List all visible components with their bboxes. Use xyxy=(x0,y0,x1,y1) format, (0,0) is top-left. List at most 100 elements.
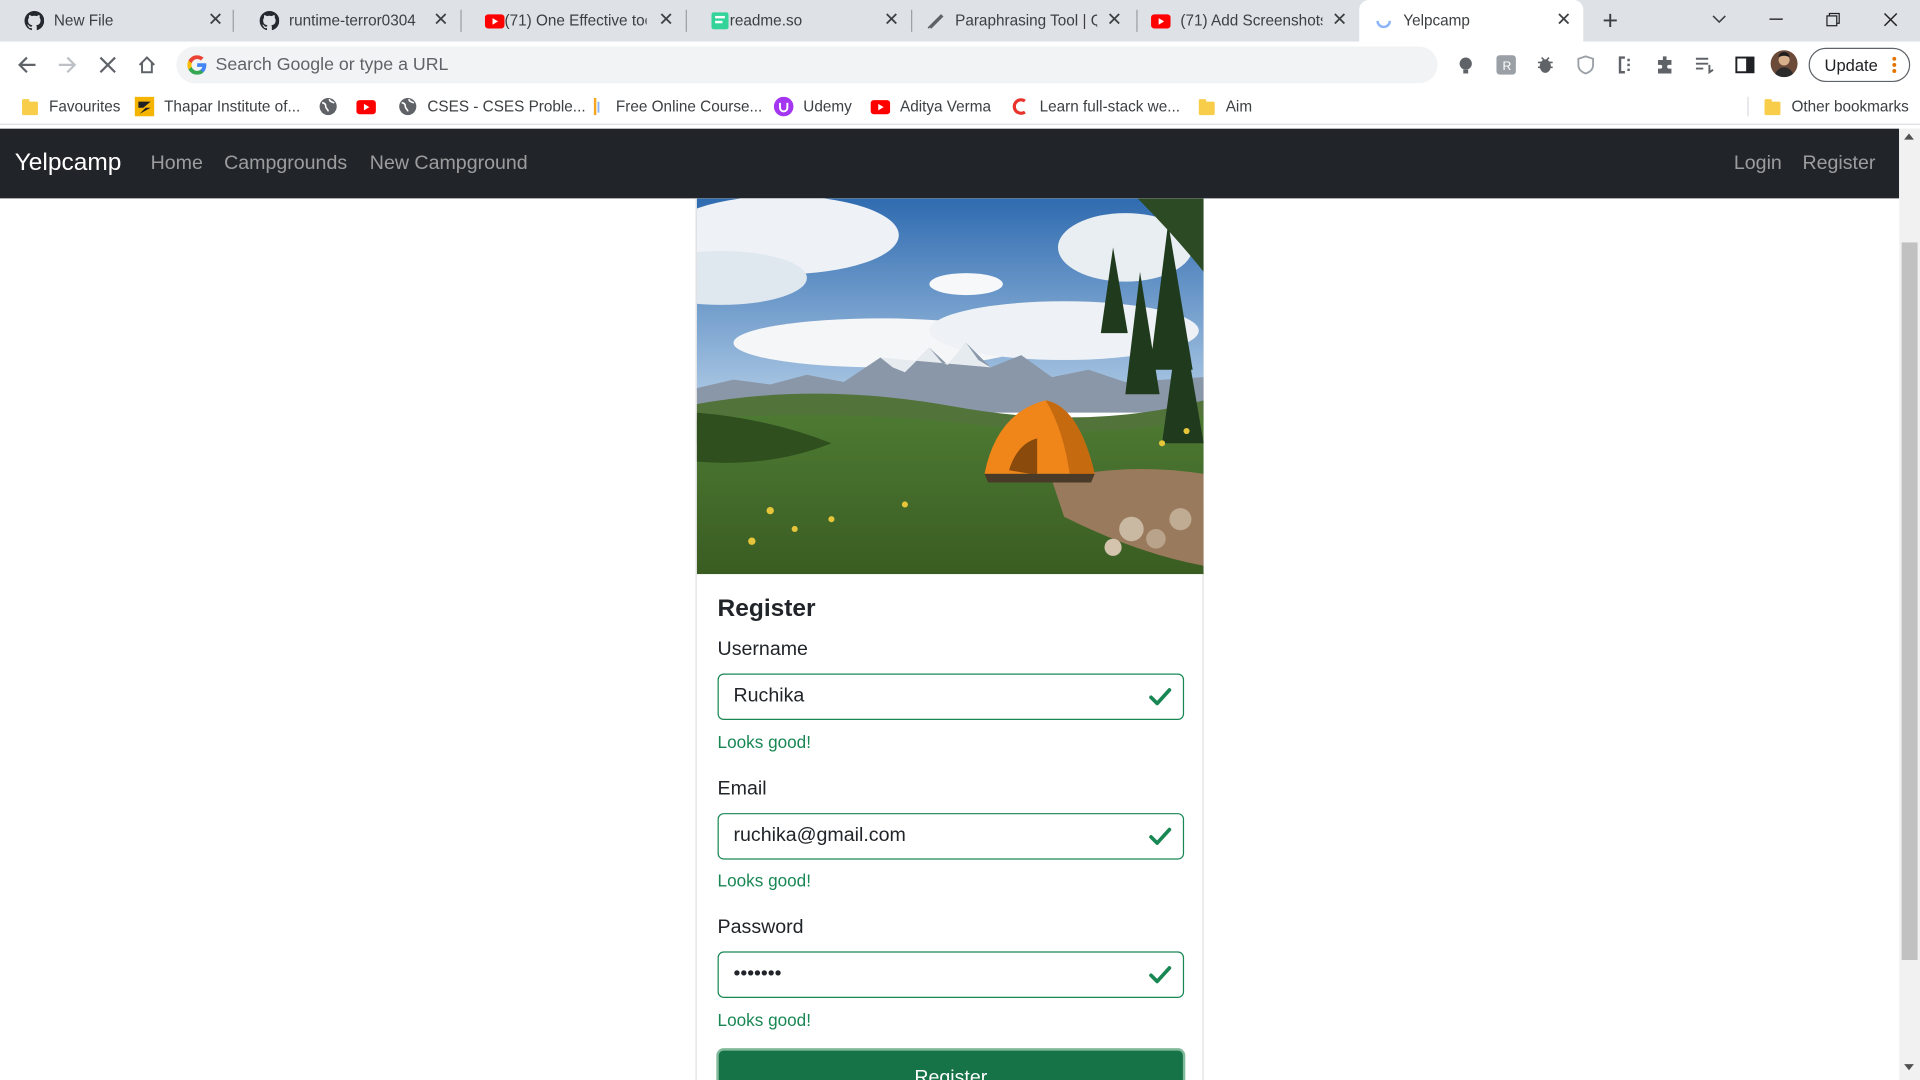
update-button[interactable]: Update xyxy=(1808,47,1911,83)
close-tab-icon[interactable]: ✕ xyxy=(431,10,451,31)
address-input[interactable] xyxy=(215,46,1392,84)
extension-css-icon[interactable] xyxy=(1615,54,1637,76)
tab-title: (71) One Effective too xyxy=(504,12,647,30)
navbar-brand[interactable]: Yelpcamp xyxy=(15,129,122,199)
close-tab-icon[interactable]: ✕ xyxy=(1554,10,1574,31)
tab-title: New File xyxy=(53,12,114,30)
side-panel-icon[interactable] xyxy=(1734,54,1756,76)
bookmark-free-online-course[interactable]: Free Online Course... xyxy=(587,88,763,125)
new-tab-button[interactable]: + xyxy=(1594,5,1626,37)
bookmark-label: Learn full-stack we... xyxy=(1039,97,1180,116)
readme-icon xyxy=(710,11,730,31)
password-feedback: Looks good! xyxy=(717,1010,811,1030)
valid-check-icon xyxy=(1149,687,1172,707)
bookmark-youtube[interactable] xyxy=(356,88,385,125)
bookmarks-divider xyxy=(1747,96,1749,117)
close-window-icon[interactable] xyxy=(1875,4,1907,36)
tab-search-chevron-icon[interactable] xyxy=(1703,4,1735,36)
email-feedback: Looks good! xyxy=(717,870,811,891)
bookmark-thapar[interactable]: Thapar Institute of... xyxy=(134,88,301,125)
other-bookmarks[interactable]: Other bookmarks xyxy=(1762,88,1909,125)
nav-link-new-campground[interactable]: New Campground xyxy=(370,129,528,199)
page-scrollbar[interactable] xyxy=(1899,128,1920,1080)
stop-loading-icon[interactable] xyxy=(92,49,124,81)
tab-paraphrasing-tool[interactable]: Paraphrasing Tool | Q ✕ xyxy=(911,0,1138,42)
folder-icon xyxy=(20,97,40,117)
folder-icon xyxy=(1762,97,1782,117)
folder-icon xyxy=(1196,97,1216,117)
bookmark-label: Thapar Institute of... xyxy=(164,97,301,116)
profile-avatar-icon[interactable] xyxy=(1770,50,1798,78)
bookmark-aditya-verma[interactable]: Aditya Verma xyxy=(870,88,991,125)
svg-text:R: R xyxy=(1502,59,1511,73)
username-input[interactable] xyxy=(733,674,1138,719)
email-field[interactable] xyxy=(717,813,1185,860)
tab-new-file[interactable]: New File ✕ xyxy=(0,0,234,42)
loading-spinner-icon xyxy=(1374,11,1394,31)
bookmarks-bar: Favourites Thapar Institute of... CSES -… xyxy=(0,88,1920,125)
register-card: Register Username Looks good! Email Look… xyxy=(695,198,1204,1080)
minimize-window-icon[interactable] xyxy=(1760,4,1792,36)
extension-shield-icon[interactable] xyxy=(1575,54,1597,76)
reading-list-icon[interactable] xyxy=(1693,54,1715,76)
tab-title: readme.so xyxy=(729,12,803,30)
valid-check-icon xyxy=(1149,965,1172,985)
youtube-icon xyxy=(1151,11,1171,31)
password-field[interactable] xyxy=(717,951,1185,998)
campsite-photo xyxy=(696,198,1204,575)
bookmark-udemy[interactable]: Udemy xyxy=(773,88,852,125)
tab-youtube-effective[interactable]: (71) One Effective too ✕ xyxy=(460,0,687,42)
close-tab-icon[interactable]: ✕ xyxy=(206,10,226,31)
bookmark-globe[interactable] xyxy=(318,88,347,125)
tab-yelpcamp[interactable]: Yelpcamp ✕ xyxy=(1359,0,1584,42)
tab-youtube-screenshots[interactable]: (71) Add Screenshots ✕ xyxy=(1136,0,1359,42)
bookmark-favourites[interactable]: Favourites xyxy=(20,88,121,125)
update-label: Update xyxy=(1824,55,1878,75)
nav-link-campgrounds[interactable]: Campgrounds xyxy=(224,129,347,199)
scrollbar-thumb[interactable] xyxy=(1901,242,1918,961)
nav-link-login[interactable]: Login xyxy=(1734,129,1782,199)
close-tab-icon[interactable]: ✕ xyxy=(656,10,676,31)
nav-link-home[interactable]: Home xyxy=(151,129,203,199)
tab-runtime-terror[interactable]: runtime-terror0304 (R ✕ xyxy=(235,0,462,42)
bookmark-label: Udemy xyxy=(803,97,852,116)
browser-toolbar: R Update xyxy=(0,41,1920,89)
extension-bug-icon[interactable] xyxy=(1534,54,1556,76)
scroll-down-arrow-icon[interactable] xyxy=(1904,1064,1914,1071)
bookmark-label: CSES - CSES Proble... xyxy=(427,97,586,116)
quillbot-icon xyxy=(926,11,946,31)
puzzle-extensions-icon[interactable] xyxy=(1654,54,1676,76)
bookmark-label: Aim xyxy=(1225,97,1253,116)
close-tab-icon[interactable]: ✕ xyxy=(882,10,902,31)
thapar-icon xyxy=(134,96,155,117)
bookmark-cses[interactable]: CSES - CSES Proble... xyxy=(398,88,586,125)
back-arrow-icon[interactable] xyxy=(11,49,43,81)
password-label: Password xyxy=(717,917,804,938)
youtube-icon xyxy=(870,97,891,117)
username-field[interactable] xyxy=(717,673,1185,721)
close-tab-icon[interactable]: ✕ xyxy=(1104,10,1124,31)
tab-title: Yelpcamp xyxy=(1403,12,1470,30)
course-icon xyxy=(587,97,607,117)
forward-arrow-icon[interactable] xyxy=(51,49,83,81)
github-icon xyxy=(24,11,45,31)
nav-link-register[interactable]: Register xyxy=(1802,129,1875,199)
bookmark-label: Free Online Course... xyxy=(615,97,763,116)
kebab-menu-icon xyxy=(1892,54,1897,76)
omnibox[interactable] xyxy=(176,46,1438,84)
home-icon[interactable] xyxy=(131,49,163,81)
email-input[interactable] xyxy=(733,814,1138,859)
tab-readme-so[interactable]: readme.so ✕ xyxy=(686,0,913,42)
bookmark-aim[interactable]: Aim xyxy=(1196,88,1252,125)
scroll-up-arrow-icon[interactable] xyxy=(1904,133,1914,140)
extension-bulb-icon[interactable] xyxy=(1455,54,1477,76)
restore-window-icon[interactable] xyxy=(1817,4,1849,36)
password-input[interactable] xyxy=(733,952,1138,997)
bookmark-learn-full-stack[interactable]: Learn full-stack we... xyxy=(1010,88,1180,125)
extension-r-icon[interactable]: R xyxy=(1495,54,1517,76)
bookmark-label: Favourites xyxy=(48,97,121,116)
register-submit-button[interactable]: Register xyxy=(716,1048,1186,1080)
close-tab-icon[interactable]: ✕ xyxy=(1330,10,1350,31)
globe-icon xyxy=(398,97,418,117)
username-label: Username xyxy=(717,639,808,661)
